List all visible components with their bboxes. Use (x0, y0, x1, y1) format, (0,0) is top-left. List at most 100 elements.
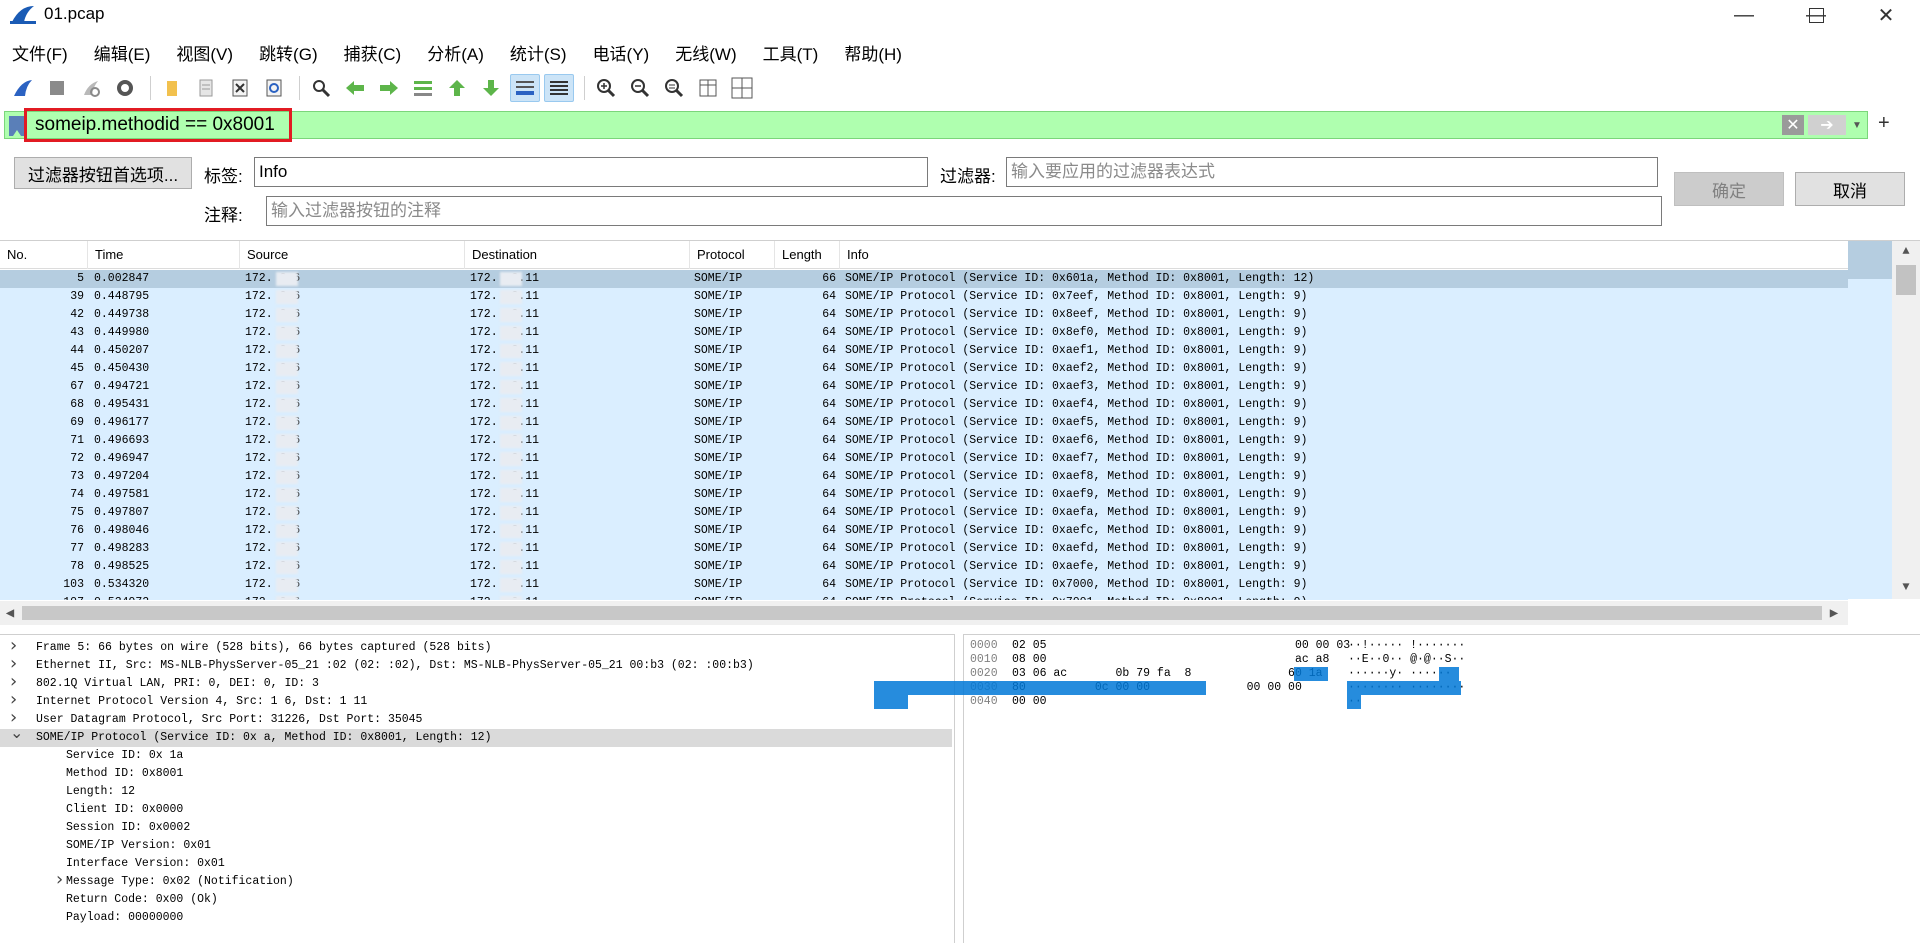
scroll-thumb[interactable] (1896, 265, 1916, 295)
go-last-icon[interactable] (476, 74, 506, 102)
menu-statistics[interactable]: 统计(S) (510, 36, 567, 66)
go-to-packet-icon[interactable] (408, 74, 438, 102)
bytes-ascii[interactable]: ······y· ······ (1348, 667, 1452, 681)
detail-tree-item[interactable]: Length: 12 (0, 783, 952, 801)
packet-row[interactable]: 450.450430172. 3.6172. .3.11SOME/IP64SOM… (0, 360, 1848, 378)
chevron-left-icon[interactable]: ◀ (0, 601, 20, 625)
packet-row[interactable]: 420.449738172. 3.6172. .3.11SOME/IP64SOM… (0, 306, 1848, 324)
column-header-source[interactable]: Source (240, 241, 465, 269)
detail-tree-item[interactable]: Service ID: 0x 1a (0, 747, 952, 765)
detail-tree-item[interactable]: Payload: 00000000 (0, 909, 952, 927)
menu-wireless[interactable]: 无线(W) (675, 36, 736, 66)
chevron-down-icon[interactable]: ▼ (1850, 115, 1864, 135)
menu-capture[interactable]: 捕获(C) (344, 36, 402, 66)
chevron-up-icon[interactable]: ▲ (1892, 241, 1920, 261)
stop-square-icon[interactable] (42, 74, 72, 102)
bytes-hex[interactable]: 08 00 ac a8 (1012, 653, 1329, 667)
packet-row[interactable]: 710.496693172. 3.6172. .3.11SOME/IP64SOM… (0, 432, 1848, 450)
detail-tree-item[interactable]: Client ID: 0x0000 (0, 801, 952, 819)
maximize-button[interactable] (1786, 0, 1846, 30)
go-forward-arrow-icon[interactable] (374, 74, 404, 102)
chevron-down-icon[interactable]: ▼ (1892, 577, 1920, 597)
zoom-out-icon[interactable] (625, 74, 655, 102)
packet-list-horizontal-scrollbar[interactable]: ◀ ▶ (0, 601, 1848, 625)
menu-telephony[interactable]: 电话(Y) (593, 36, 650, 66)
comment-field[interactable] (266, 196, 1662, 226)
packet-row[interactable]: 430.449980172. 3.6172. .3.11SOME/IP64SOM… (0, 324, 1848, 342)
packet-row[interactable]: 760.498046172. 3.6172. .3.11SOME/IP64SOM… (0, 522, 1848, 540)
apply-filter-arrow-icon[interactable]: ➔ (1808, 115, 1846, 135)
column-header-time[interactable]: Time (88, 241, 240, 269)
resize-columns-icon[interactable] (693, 74, 723, 102)
packet-row[interactable]: 720.496947172. 3.6172. .3.11SOME/IP64SOM… (0, 450, 1848, 468)
detail-tree-item[interactable]: › Message Type: 0x02 (Notification) (0, 871, 952, 891)
menu-go[interactable]: 跳转(G) (259, 36, 318, 66)
packet-row[interactable]: 680.495431172. 3.6172. .3.11SOME/IP64SOM… (0, 396, 1848, 414)
menu-edit[interactable]: 编辑(E) (94, 36, 151, 66)
menu-tools[interactable]: 工具(T) (763, 36, 819, 66)
packet-row[interactable]: 750.497807172. 3.6172. .3.11SOME/IP64SOM… (0, 504, 1848, 522)
packet-row[interactable]: 1070.534972172. 3.6172. .3.11SOME/IP64SO… (0, 594, 1848, 600)
cancel-button[interactable]: 取消 (1795, 172, 1905, 206)
close-file-icon[interactable] (225, 74, 255, 102)
menu-analyze[interactable]: 分析(A) (427, 36, 484, 66)
capture-options-gear-icon[interactable] (110, 74, 140, 102)
add-filter-button-icon[interactable]: + (1878, 112, 1890, 135)
detail-tree-item[interactable]: › 802.1Q Virtual LAN, PRI: 0, DEI: 0, ID:… (0, 673, 952, 693)
detail-tree-item[interactable]: › Ethernet II, Src: MS-NLB-PhysServer-05_… (0, 655, 952, 675)
column-header-no[interactable]: No. (0, 241, 88, 269)
bytes-hex[interactable]: 00 00 (1012, 695, 1047, 709)
packet-row[interactable]: 730.497204172. 3.6172. .3.11SOME/IP64SOM… (0, 468, 1848, 486)
bytes-hex[interactable]: 03 06 ac 0b 79 fa 8 60 1a (1012, 667, 1323, 681)
column-header-destination[interactable]: Destination (465, 241, 690, 269)
reload-icon[interactable] (259, 74, 289, 102)
packet-row[interactable]: 770.498283172. 3.6172. .3.11SOME/IP64SOM… (0, 540, 1848, 558)
zoom-in-icon[interactable] (591, 74, 621, 102)
zoom-normal-icon[interactable] (659, 74, 689, 102)
minimize-button[interactable]: — (1714, 0, 1774, 30)
label-field[interactable] (254, 157, 928, 187)
clear-filter-icon[interactable]: ✕ (1782, 115, 1804, 135)
scroll-thumb[interactable] (22, 606, 1822, 620)
packet-row[interactable]: 740.497581172. 3.6172. .3.11SOME/IP64SOM… (0, 486, 1848, 504)
bytes-ascii[interactable]: ··!····· !······· (1348, 639, 1465, 653)
go-back-arrow-icon[interactable] (340, 74, 370, 102)
filter-button-preferences-button[interactable]: 过滤器按钮首选项... (14, 157, 192, 189)
detail-tree-item[interactable]: Return Code: 0x00 (Ok) (0, 891, 952, 909)
find-magnifier-icon[interactable] (306, 74, 336, 102)
filter-expression-field[interactable] (1006, 157, 1658, 187)
bookmark-icon[interactable] (9, 116, 25, 136)
ok-button[interactable]: 确定 (1674, 172, 1784, 206)
column-header-info[interactable]: Info (840, 241, 1848, 269)
packet-list-vertical-scrollbar[interactable]: ▲ ▼ (1892, 241, 1920, 599)
packet-row[interactable]: 670.494721172. 3.6172. .3.11SOME/IP64SOM… (0, 378, 1848, 396)
bytes-hex[interactable]: 02 05 00 00 03 (1012, 639, 1350, 653)
restart-icon[interactable] (76, 74, 106, 102)
detail-tree-item[interactable]: › Internet Protocol Version 4, Src: 1 6, … (0, 691, 952, 711)
save-file-icon[interactable] (191, 74, 221, 102)
bytes-ascii[interactable]: ··E··0·· @·@··S·· (1348, 653, 1465, 667)
column-header-length[interactable]: Length (775, 241, 840, 269)
detail-tree-item[interactable]: Interface Version: 0x01 (0, 855, 952, 873)
detail-tree-item[interactable]: › User Datagram Protocol, Src Port: 31226… (0, 709, 952, 729)
go-first-icon[interactable] (442, 74, 472, 102)
packet-row[interactable]: 1030.534320172. 3.6172. .3.11SOME/IP64SO… (0, 576, 1848, 594)
detail-tree-item[interactable]: ⌄ SOME/IP Protocol (Service ID: 0x a, Met… (0, 724, 952, 747)
column-header-protocol[interactable]: Protocol (690, 241, 775, 269)
menu-help[interactable]: 帮助(H) (844, 36, 902, 66)
chevron-right-icon[interactable]: ▶ (1824, 601, 1844, 625)
menu-file[interactable]: 文件(F) (12, 36, 68, 66)
display-filter-input[interactable] (27, 112, 1787, 138)
layout-icon[interactable] (727, 74, 757, 102)
detail-tree-item[interactable]: › Frame 5: 66 bytes on wire (528 bits), 6… (0, 637, 952, 657)
packet-row[interactable]: 440.450207172. 3.6172. .3.11SOME/IP64SOM… (0, 342, 1848, 360)
detail-tree-item[interactable]: Method ID: 0x8001 (0, 765, 952, 783)
shark-fin-start-icon[interactable] (8, 74, 38, 102)
packet-minimap[interactable] (1848, 241, 1892, 599)
chevron-down-icon[interactable]: ⌄ (10, 724, 24, 742)
packet-row[interactable]: 50.002847172. 3.6172. .3.11SOME/IP66SOME… (0, 270, 1848, 288)
open-folder-icon[interactable] (157, 74, 187, 102)
colorize-icon[interactable] (544, 74, 574, 102)
packet-row[interactable]: 390.448795172. 3.6172. .3.11SOME/IP64SOM… (0, 288, 1848, 306)
packet-row[interactable]: 690.496177172. 3.6172. .3.11SOME/IP64SOM… (0, 414, 1848, 432)
